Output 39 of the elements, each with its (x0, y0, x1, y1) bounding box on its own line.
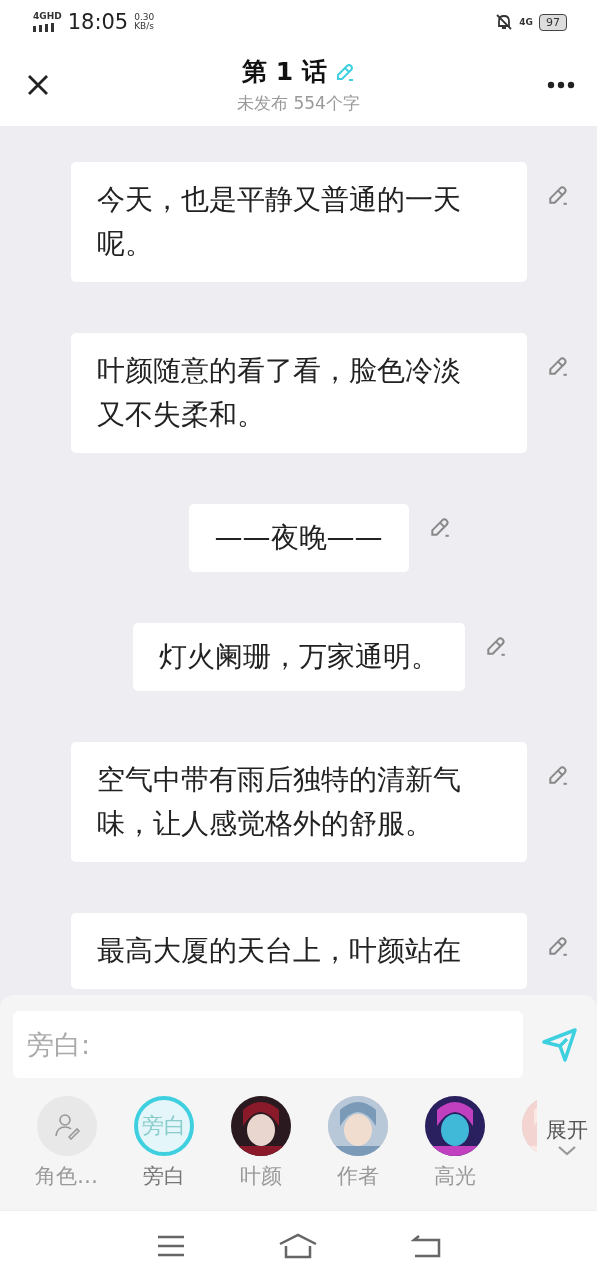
speed-unit: KB/s (134, 22, 155, 31)
speed-value: 0.30 (134, 13, 155, 22)
paragraph-card[interactable]: 今天，也是平静又普通的一天呢。 (70, 162, 527, 282)
data-label: 4G (519, 17, 533, 27)
network-label: 4GHD (33, 12, 62, 21)
character-name: 叶颜 (239, 1163, 282, 1190)
character-name: 作者 (336, 1163, 379, 1190)
avatar-label: 旁白 (141, 1112, 186, 1140)
send-icon[interactable] (541, 1025, 579, 1064)
paragraph-card[interactable]: 空气中带有雨后独特的清新气味，让人感觉格外的舒服。 (70, 742, 527, 862)
person-edit-icon (52, 1112, 81, 1140)
character-name: 旁白 (142, 1163, 185, 1190)
chapter-status: 未发布 554个字 (237, 92, 360, 115)
back-icon[interactable] (410, 1233, 441, 1258)
battery-level: 97 (539, 13, 567, 31)
chevron-down-icon[interactable] (558, 1146, 576, 1156)
paragraph-card[interactable]: 灯火阑珊，万家通明。 (132, 623, 465, 691)
bell-off-icon (495, 13, 514, 31)
expand-button[interactable]: 展开 (546, 1116, 588, 1144)
pencil-icon[interactable] (428, 516, 451, 538)
pencil-icon[interactable] (546, 355, 569, 377)
paragraph-card[interactable]: 最高大厦的天台上，叶颜站在 (70, 913, 527, 989)
pencil-icon[interactable] (484, 635, 507, 657)
home-icon[interactable] (277, 1232, 318, 1259)
more-icon[interactable] (547, 81, 575, 89)
clock: 18:05 (67, 10, 129, 34)
paragraph-card[interactable]: 叶颜随意的看了看，脸色冷淡又不失柔和。 (70, 333, 527, 453)
pencil-icon[interactable] (334, 61, 355, 82)
signal-icon (33, 23, 55, 32)
paragraph-card[interactable]: ——夜晚—— (188, 504, 409, 572)
character-name: 角色… (35, 1163, 98, 1190)
pencil-icon[interactable] (546, 935, 569, 957)
chapter-title: 第 1 话 (242, 56, 327, 88)
character-name: 高光 (433, 1163, 476, 1190)
pencil-icon[interactable] (546, 764, 569, 786)
pencil-icon[interactable] (546, 184, 569, 206)
menu-icon[interactable] (156, 1234, 185, 1257)
input-field[interactable]: 旁白: (13, 1011, 523, 1078)
close-icon[interactable] (26, 73, 50, 97)
